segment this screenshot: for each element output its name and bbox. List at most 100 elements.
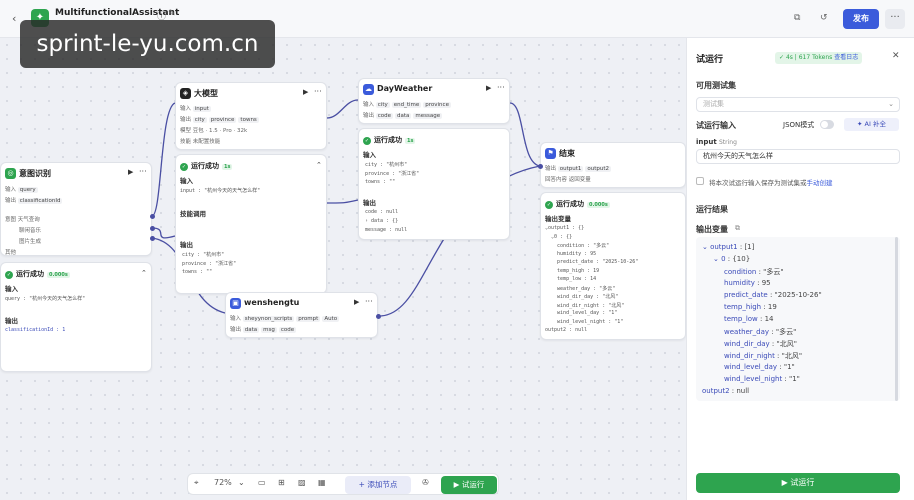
- input-value-field[interactable]: 杭州今天的天气怎么样: [696, 149, 900, 164]
- copy-icon[interactable]: ⧉: [735, 224, 740, 233]
- view-log-link[interactable]: 查看日志: [834, 54, 858, 61]
- skill-value: 未配置技能: [192, 139, 221, 145]
- node-more-icon[interactable]: ···: [139, 167, 147, 176]
- tree-key: ⌄ output1: [702, 243, 738, 251]
- dataset-select[interactable]: 测试集 ⌄: [696, 97, 900, 112]
- output-var: classificationId: [17, 198, 63, 204]
- manual-create-link[interactable]: 手动创建: [807, 179, 833, 187]
- tree-item: wind_dir_night : "北风": [724, 351, 802, 361]
- save-checkbox[interactable]: [696, 177, 704, 185]
- tree-key: wind_level_day: [724, 363, 778, 371]
- output-label: 输出: [545, 166, 557, 172]
- tree-key: humidity: [724, 279, 755, 287]
- wenshengtu-title: wenshengtu: [244, 298, 300, 307]
- copy-icon[interactable]: ⧉: [794, 13, 800, 23]
- workflow-canvas[interactable]: ◎ 意图识别 ▶ ··· 输入 query 输出 classificationI…: [0, 38, 686, 500]
- intent-node[interactable]: ◎ 意图识别 ▶ ··· 输入 query 输出 classificationI…: [0, 162, 152, 256]
- input-label: 输入: [180, 106, 192, 112]
- run-node-icon[interactable]: ▶: [486, 84, 491, 92]
- input-var: Auto: [322, 316, 340, 322]
- input-label: 输入: [5, 187, 17, 193]
- dayweather-title: DayWeather: [377, 84, 433, 93]
- node-more-icon[interactable]: ···: [314, 87, 322, 96]
- test-run-button[interactable]: ▶ 试运行: [441, 476, 497, 494]
- edit-icon[interactable]: ✎: [168, 9, 176, 19]
- close-icon[interactable]: ✕: [892, 51, 900, 61]
- output-label: 输出: [180, 117, 192, 123]
- run-input-value: query : "杭州今天的天气怎么样": [5, 296, 86, 302]
- intent-item: 天气查询: [17, 217, 40, 223]
- tree-key: output2: [702, 387, 730, 395]
- run-node-icon[interactable]: ▶: [128, 168, 133, 176]
- output-var: data: [395, 113, 412, 119]
- run-output-line: temp_high : 19: [545, 267, 600, 274]
- output-port[interactable]: [150, 226, 155, 231]
- collapse-icon[interactable]: ⌃: [316, 161, 322, 169]
- image-icon[interactable]: ▨: [298, 478, 306, 487]
- input-label: 输入: [230, 316, 242, 322]
- tree-item: weather_day : "多云": [724, 327, 796, 337]
- ai-fill-button[interactable]: ✦ AI 补全: [844, 118, 899, 131]
- end-run-result: ✓ 运行成功 0.000s 输出变量 ⌄output1 : {} ⌄0 : {} c…: [540, 192, 686, 340]
- output-var: output1: [557, 166, 584, 172]
- llm-run-result: ✓ 运行成功 1s ⌃ 输入 input : "杭州今天的天气怎么样" 技能调用 输…: [175, 154, 327, 294]
- json-mode-toggle[interactable]: [820, 120, 834, 129]
- layout-icon[interactable]: ⊞: [278, 478, 285, 487]
- tree-value: : {10}: [725, 255, 751, 263]
- run-status: 运行成功: [374, 136, 402, 144]
- dayweather-node[interactable]: ☁ DayWeather ▶ ··· 输入 city end_time provin…: [358, 78, 510, 124]
- comment-icon[interactable]: ▭: [258, 478, 266, 487]
- output-port[interactable]: [150, 236, 155, 241]
- more-icon[interactable]: ···: [885, 9, 905, 29]
- end-node[interactable]: ⚑ 结束 输出 output1 output2 回答内容 返回变量: [540, 142, 686, 188]
- output-var: towns: [238, 117, 259, 123]
- output-port[interactable]: [150, 214, 155, 219]
- llm-node[interactable]: ◈ 大模型 ▶ ··· 输入 input 输出 city province town…: [175, 82, 327, 150]
- tree-item[interactable]: ⌄ output1 : [1]: [702, 243, 754, 251]
- run-status-badge: ✓ 4s | 617 Tokens 查看日志: [775, 52, 863, 64]
- tree-value: : 19: [761, 303, 777, 311]
- run-output-line: city : "杭州市": [182, 252, 225, 258]
- tree-key: wind_dir_day: [724, 340, 770, 348]
- output-label: 输出: [230, 327, 242, 333]
- node-more-icon[interactable]: ···: [497, 83, 505, 92]
- run-time: 0.000s: [47, 272, 70, 278]
- publish-button[interactable]: 发布: [843, 9, 879, 29]
- run-output-line: output2 : null: [545, 327, 588, 333]
- collapse-icon[interactable]: ⌃: [141, 269, 147, 277]
- output-var: output2: [585, 166, 612, 172]
- zoom-level[interactable]: 72%: [214, 478, 232, 487]
- node-more-icon[interactable]: ···: [365, 297, 373, 306]
- tree-item[interactable]: ⌄ 0 : {10}: [713, 255, 750, 263]
- run-node-icon[interactable]: ▶: [354, 298, 359, 306]
- input-var: end_time: [391, 102, 422, 108]
- run-output-line: humidity : 95: [545, 250, 597, 257]
- input-var: sheyynon_scripts: [242, 316, 295, 322]
- scrollbar[interactable]: [895, 237, 898, 401]
- bottom-toolbar: ⌖ 72% ⌄ ▭ ⊞ ▨ ▦ + 添加节点 ✇ ▶ 试运行: [187, 473, 499, 495]
- dayweather-run-result: ✓ 运行成功 1s 输入 city : "杭州市" province : "浙江省"…: [358, 128, 510, 240]
- ai-fill-label: AI 补全: [864, 120, 886, 128]
- chevron-down-icon[interactable]: ⌄: [238, 478, 245, 487]
- run-node-icon[interactable]: ▶: [303, 88, 308, 96]
- input-var: prompt: [296, 316, 321, 322]
- history-icon[interactable]: ↺: [820, 13, 828, 23]
- debug-icon[interactable]: ✇: [422, 478, 429, 487]
- wenshengtu-node[interactable]: ▣ wenshengtu ▶ ··· 输入 sheyynon_scripts pr…: [225, 292, 378, 338]
- add-node-button[interactable]: + 添加节点: [345, 476, 411, 494]
- run-output-label: 输出: [363, 199, 376, 207]
- panel-test-run-button[interactable]: ▶ 试运行: [696, 473, 900, 493]
- tree-key: wind_level_night: [724, 375, 783, 383]
- back-icon[interactable]: ‹: [12, 12, 16, 25]
- minimap-icon[interactable]: ▦: [318, 478, 326, 487]
- intent-icon: ◎: [5, 168, 16, 179]
- output-port[interactable]: [376, 314, 381, 319]
- pointer-icon[interactable]: ⌖: [194, 478, 199, 488]
- run-output-line: weather_day : "多云": [545, 285, 616, 292]
- run-output-line: wind_level_night : "1": [545, 318, 624, 325]
- plugin-icon: ☁: [363, 84, 374, 95]
- output-vars-label: 输出变量: [696, 225, 728, 234]
- run-output-line: ⌄0 : {}: [545, 233, 573, 240]
- run-input-line: province : "浙江省": [365, 171, 420, 177]
- input-port[interactable]: [538, 164, 543, 169]
